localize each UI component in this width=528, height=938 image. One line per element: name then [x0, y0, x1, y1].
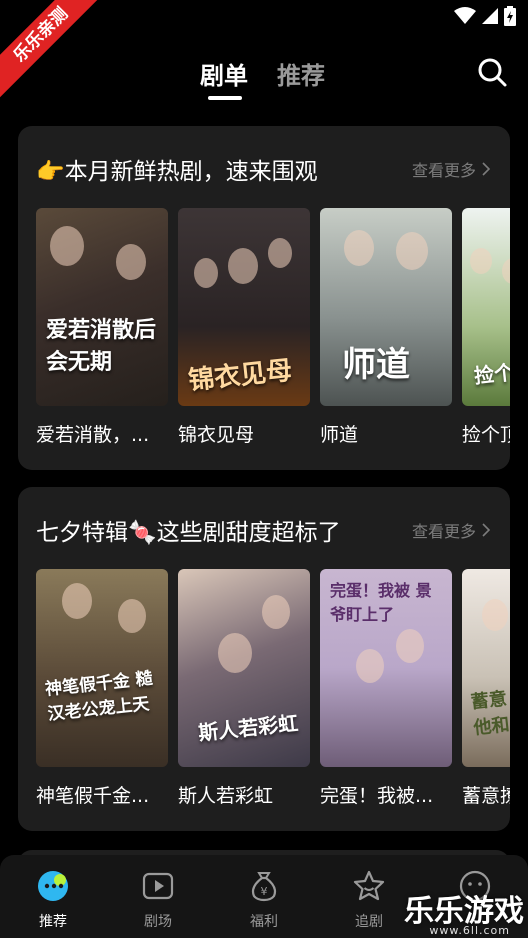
- recommend-icon: [38, 871, 68, 901]
- poster-figure: [118, 599, 146, 633]
- view-more-link[interactable]: 查看更多: [412, 518, 490, 542]
- drama-poster[interactable]: 师道: [320, 208, 452, 406]
- poster-figure: [396, 629, 424, 663]
- poster-figure: [218, 633, 252, 673]
- poster-figure: [262, 595, 290, 629]
- drama-title: 爱若消散，...: [36, 424, 150, 446]
- view-more-label: 查看更多: [411, 522, 476, 541]
- section-title: 七夕特辑🍬这些剧甜度超标了: [36, 520, 341, 546]
- poster-figure: [228, 248, 258, 284]
- poster-text: 斯人若彩虹: [197, 710, 300, 746]
- nav-tab-theater[interactable]: 剧场: [123, 869, 193, 931]
- drama-title: 师道: [320, 424, 359, 446]
- tab-underline: [208, 96, 242, 100]
- section-card: 👉本月新鲜热剧，速来围观 查看更多 爱若消散后会无期 爱若消散，... 锦衣见母…: [18, 126, 510, 470]
- view-more-label: 查看更多: [411, 161, 476, 180]
- watermark-url: www.6ll.com: [429, 924, 510, 937]
- drama-item[interactable]: 斯人若彩虹 斯人若彩虹: [178, 569, 310, 808]
- section-title: 👉本月新鲜热剧，速来围观: [36, 159, 318, 185]
- money-bag-icon: ¥: [251, 872, 277, 902]
- poster-figure: [268, 238, 292, 268]
- view-more-link[interactable]: 查看更多: [412, 157, 490, 181]
- drama-title: 完蛋！我被...: [320, 785, 434, 807]
- star-icon: [353, 870, 385, 901]
- poster-figure: [396, 232, 428, 270]
- drama-poster[interactable]: 捡个男: [462, 208, 510, 406]
- nav-label: 推荐: [39, 914, 67, 930]
- drama-item[interactable]: 锦衣见母 锦衣见母: [178, 208, 310, 447]
- drama-row: 爱若消散后会无期 爱若消散，... 锦衣见母 锦衣见母 师道 师道 捡个男 捡个…: [36, 208, 510, 447]
- tab-drama-list[interactable]: 剧单: [200, 56, 248, 91]
- poster-figure: [502, 258, 510, 284]
- status-icons: [454, 6, 516, 26]
- nav-label: 剧场: [144, 914, 172, 930]
- drama-item[interactable]: 完蛋！我被 景爷盯上了 完蛋！我被...: [320, 569, 452, 808]
- drama-poster[interactable]: 斯人若彩虹: [178, 569, 310, 767]
- search-icon[interactable]: [476, 56, 508, 88]
- drama-item[interactable]: 蓄意 他和 蓄意撩: [462, 569, 510, 808]
- nav-tab-welfare[interactable]: ¥ 福利: [229, 869, 299, 931]
- tab-recommend[interactable]: 推荐: [277, 56, 325, 91]
- poster-figure: [482, 599, 508, 631]
- poster-text: 爱若消散后会无期: [46, 318, 157, 375]
- poster-text: 师道: [342, 345, 410, 385]
- nav-tab-following[interactable]: 追剧: [334, 869, 404, 931]
- drama-poster[interactable]: 锦衣见母: [178, 208, 310, 406]
- poster-figure: [470, 248, 492, 274]
- drama-item[interactable]: 捡个男 捡个顶: [462, 208, 510, 447]
- battery-icon: [504, 6, 516, 26]
- poster-text: 完蛋！我被 景爷盯上了: [330, 581, 432, 624]
- signal-icon: [482, 8, 498, 24]
- poster-figure: [344, 230, 374, 266]
- drama-item[interactable]: 师道 师道: [320, 208, 452, 447]
- drama-poster[interactable]: 爱若消散后会无期: [36, 208, 168, 406]
- drama-item[interactable]: 神笔假千金 糙汉老公宠上天 神笔假千金...: [36, 569, 168, 808]
- drama-row: 神笔假千金 糙汉老公宠上天 神笔假千金... 斯人若彩虹 斯人若彩虹 完蛋！我被…: [36, 569, 510, 808]
- drama-title: 斯人若彩虹: [178, 785, 274, 807]
- drama-title: 捡个顶: [462, 424, 510, 446]
- poster-figure: [194, 258, 218, 288]
- chevron-right-icon: [482, 523, 490, 537]
- watermark: 乐乐游戏 www.6ll.com: [404, 878, 528, 938]
- drama-title: 锦衣见母: [178, 424, 255, 446]
- drama-poster[interactable]: 完蛋！我被 景爷盯上了: [320, 569, 452, 767]
- drama-item[interactable]: 爱若消散后会无期 爱若消散，...: [36, 208, 168, 447]
- poster-figure: [62, 583, 92, 619]
- nav-tab-recommend[interactable]: 推荐: [18, 869, 88, 931]
- drama-title: 神笔假千金...: [36, 785, 150, 807]
- poster-text: 蓄意 他和: [469, 688, 510, 739]
- nav-label: 福利: [250, 914, 278, 930]
- drama-poster[interactable]: 神笔假千金 糙汉老公宠上天: [36, 569, 168, 767]
- poster-figure: [50, 226, 84, 266]
- poster-figure: [356, 649, 384, 683]
- wifi-icon: [454, 7, 476, 24]
- play-icon: [142, 872, 174, 900]
- bottom-tab-bar: 推荐 剧场 ¥ 福利 追剧 乐乐游戏 www.6ll.com: [0, 855, 528, 938]
- poster-text: 锦衣见母: [186, 355, 294, 397]
- poster-figure: [116, 244, 146, 280]
- drama-title: 蓄意撩: [462, 785, 510, 807]
- svg-text:¥: ¥: [261, 885, 268, 898]
- drama-poster[interactable]: 蓄意 他和: [462, 569, 510, 767]
- poster-text: 捡个男: [473, 357, 510, 389]
- poster-text: 神笔假千金 糙汉老公宠上天: [44, 668, 154, 725]
- chevron-right-icon: [482, 162, 490, 176]
- nav-label: 追剧: [355, 914, 383, 930]
- section-card: 七夕特辑🍬这些剧甜度超标了 查看更多 神笔假千金 糙汉老公宠上天 神笔假千金..…: [18, 487, 510, 831]
- header: 剧单 推荐: [0, 50, 528, 100]
